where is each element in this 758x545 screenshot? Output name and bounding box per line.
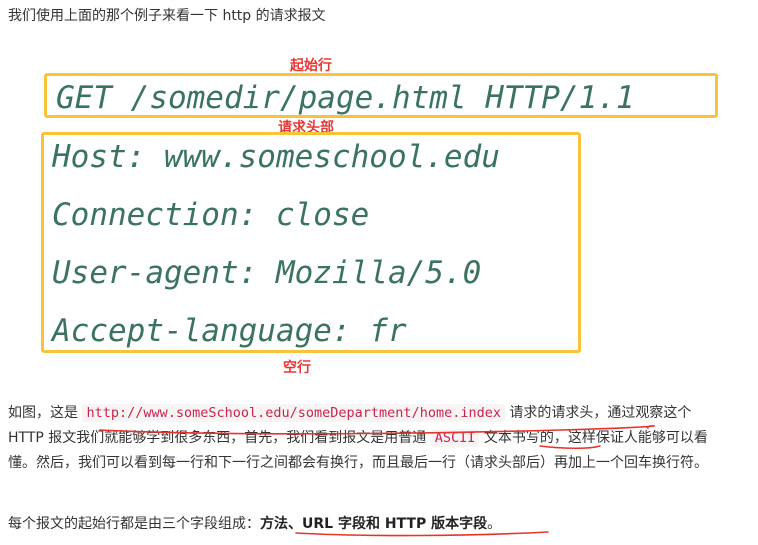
header-accept-language: Accept-language: fr xyxy=(52,313,407,349)
fields-paragraph: 每个报文的起始行都是由三个字段组成：方法、URL 字段和 HTTP 版本字段。 xyxy=(8,512,730,537)
explanation-paragraph: 如图，这是 http://www.someSchool.edu/someDepa… xyxy=(8,401,730,476)
fields-bold: 方法、URL 字段和 HTTP 版本字段 xyxy=(260,516,488,532)
intro-text: 我们使用上面的那个例子来看一下 http 的请求报文 xyxy=(8,8,326,24)
blank-line-label: 空行 xyxy=(283,360,311,376)
fields-prefix: 每个报文的起始行都是由三个字段组成： xyxy=(8,516,260,532)
header-user-agent: User-agent: Mozilla/5.0 xyxy=(52,255,482,291)
example-url-link[interactable]: http://www.someSchool.edu/someDepartment… xyxy=(82,404,505,422)
paragraph-prefix: 如图，这是 xyxy=(8,405,83,421)
header-connection: Connection: close xyxy=(52,197,370,233)
ascii-code: ASCII xyxy=(430,429,480,447)
header-host: Host: www.someschool.edu xyxy=(52,139,500,175)
fields-suffix: 。 xyxy=(487,516,502,532)
request-start-line: GET /somedir/page.html HTTP/1.1 xyxy=(56,80,635,116)
